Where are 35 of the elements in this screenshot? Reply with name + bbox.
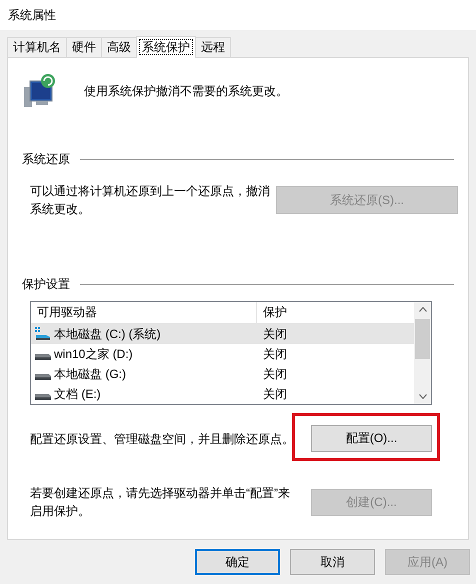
drive-row[interactable]: 本地磁盘 (C:) (系统) 关闭 bbox=[31, 324, 414, 344]
dialog-button[interactable]: 取消 bbox=[290, 549, 375, 575]
group-title: 保护设置 bbox=[22, 276, 70, 293]
restore-description: 可以通过将计算机还原到上一个还原点，撤消系统更改。 bbox=[30, 183, 271, 218]
drive-icon bbox=[35, 394, 51, 400]
drive-name: 本地磁盘 (G:) bbox=[54, 366, 126, 382]
group-title: 系统还原 bbox=[22, 151, 70, 168]
tab[interactable]: 计算机名 bbox=[7, 37, 67, 57]
protection-status: 关闭 bbox=[262, 366, 287, 382]
configure-description: 配置还原设置、管理磁盘空间，并且删除还原点。 bbox=[30, 430, 294, 448]
configure-button[interactable]: 配置(O)... bbox=[311, 425, 432, 452]
drive-row[interactable]: win10之家 (D:) 关闭 bbox=[31, 344, 414, 364]
drive-row[interactable]: 本地磁盘 (G:) 关闭 bbox=[31, 364, 414, 384]
protection-status: 关闭 bbox=[262, 386, 287, 402]
dialog-button[interactable]: 确定 bbox=[195, 549, 280, 575]
create-description: 若要创建还原点，请先选择驱动器并单击“配置”来启用保护。 bbox=[30, 485, 291, 520]
protection-status: 关闭 bbox=[262, 346, 287, 362]
drive-name: 本地磁盘 (C:) (系统) bbox=[54, 326, 161, 342]
protection-status: 关闭 bbox=[262, 326, 287, 342]
tab[interactable]: 远程 bbox=[195, 37, 231, 57]
system-drive-icon bbox=[35, 327, 51, 341]
drive-icon bbox=[35, 374, 51, 380]
computer-restore-icon bbox=[22, 73, 58, 109]
column-header[interactable]: 可用驱动器 bbox=[31, 302, 257, 323]
drive-name: 文档 (E:) bbox=[54, 386, 101, 402]
tab[interactable]: 系统保护 bbox=[136, 36, 196, 58]
window-title: 系统属性 bbox=[8, 6, 56, 24]
column-header[interactable]: 保护 bbox=[257, 302, 287, 323]
drive-name: win10之家 (D:) bbox=[54, 346, 133, 362]
scrollbar[interactable] bbox=[414, 302, 431, 404]
drive-row[interactable]: 文档 (E:) 关闭 bbox=[31, 384, 414, 404]
scroll-up-icon[interactable] bbox=[418, 307, 426, 312]
drive-icon bbox=[35, 354, 51, 360]
scroll-down-icon[interactable] bbox=[418, 394, 426, 399]
description-text: 使用系统保护撤消不需要的系统更改。 bbox=[84, 83, 288, 100]
